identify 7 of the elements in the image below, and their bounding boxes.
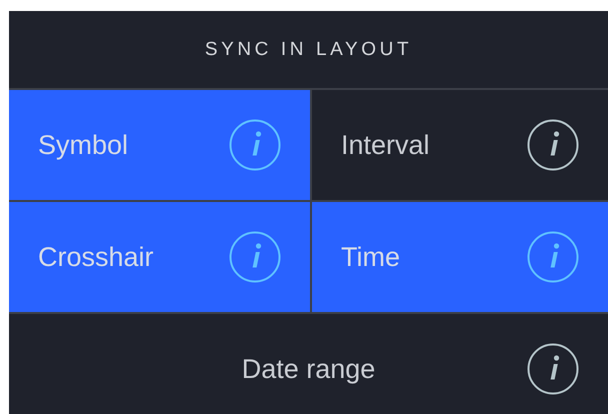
panel-title: SYNC IN LAYOUT — [204, 38, 414, 62]
info-icon[interactable] — [527, 119, 579, 171]
sync-option[interactable]: Date range — [9, 314, 608, 414]
sync-option[interactable]: Symbol — [9, 90, 312, 202]
sync-option[interactable]: Time — [312, 202, 608, 314]
info-icon[interactable] — [527, 343, 579, 395]
sync-option[interactable]: Crosshair — [9, 202, 312, 314]
